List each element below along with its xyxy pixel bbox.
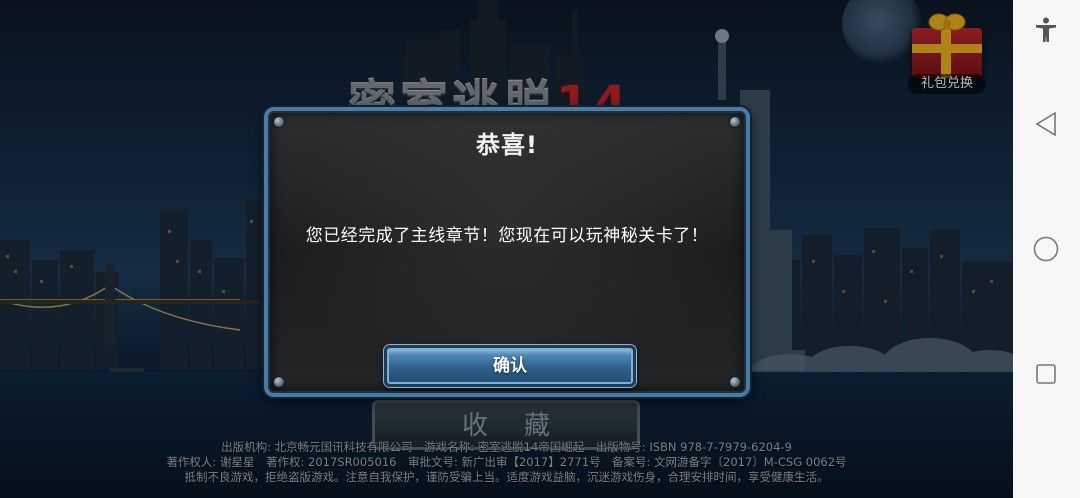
confirm-button[interactable]: 确认 — [384, 345, 636, 387]
back-button[interactable] — [1029, 107, 1063, 141]
accessibility-button[interactable] — [1029, 13, 1063, 47]
recents-button[interactable] — [1029, 357, 1063, 391]
confirm-label: 确认 — [493, 356, 527, 376]
accessibility-icon — [1036, 17, 1056, 42]
home-button[interactable] — [1029, 232, 1063, 266]
rivet-icon — [274, 377, 284, 387]
rivet-icon — [730, 377, 740, 387]
back-triangle-icon — [1035, 111, 1056, 137]
home-circle-icon — [1033, 236, 1059, 262]
recents-square-icon — [1036, 364, 1056, 384]
congrats-dialog: 恭喜! 您已经完成了主线章节！您现在可以玩神秘关卡了！ 确认 — [264, 107, 750, 397]
dialog-title: 恭喜! — [476, 131, 538, 159]
game-background: 密室逃脱14 礼包兑换 收藏 出版机构: 北京畅元国讯科技有限公司 游戏名称: … — [0, 0, 1013, 498]
android-nav-bar — [1013, 0, 1080, 498]
dialog-message: 您已经完成了主线章节！您现在可以玩神秘关卡了！ — [305, 226, 709, 246]
